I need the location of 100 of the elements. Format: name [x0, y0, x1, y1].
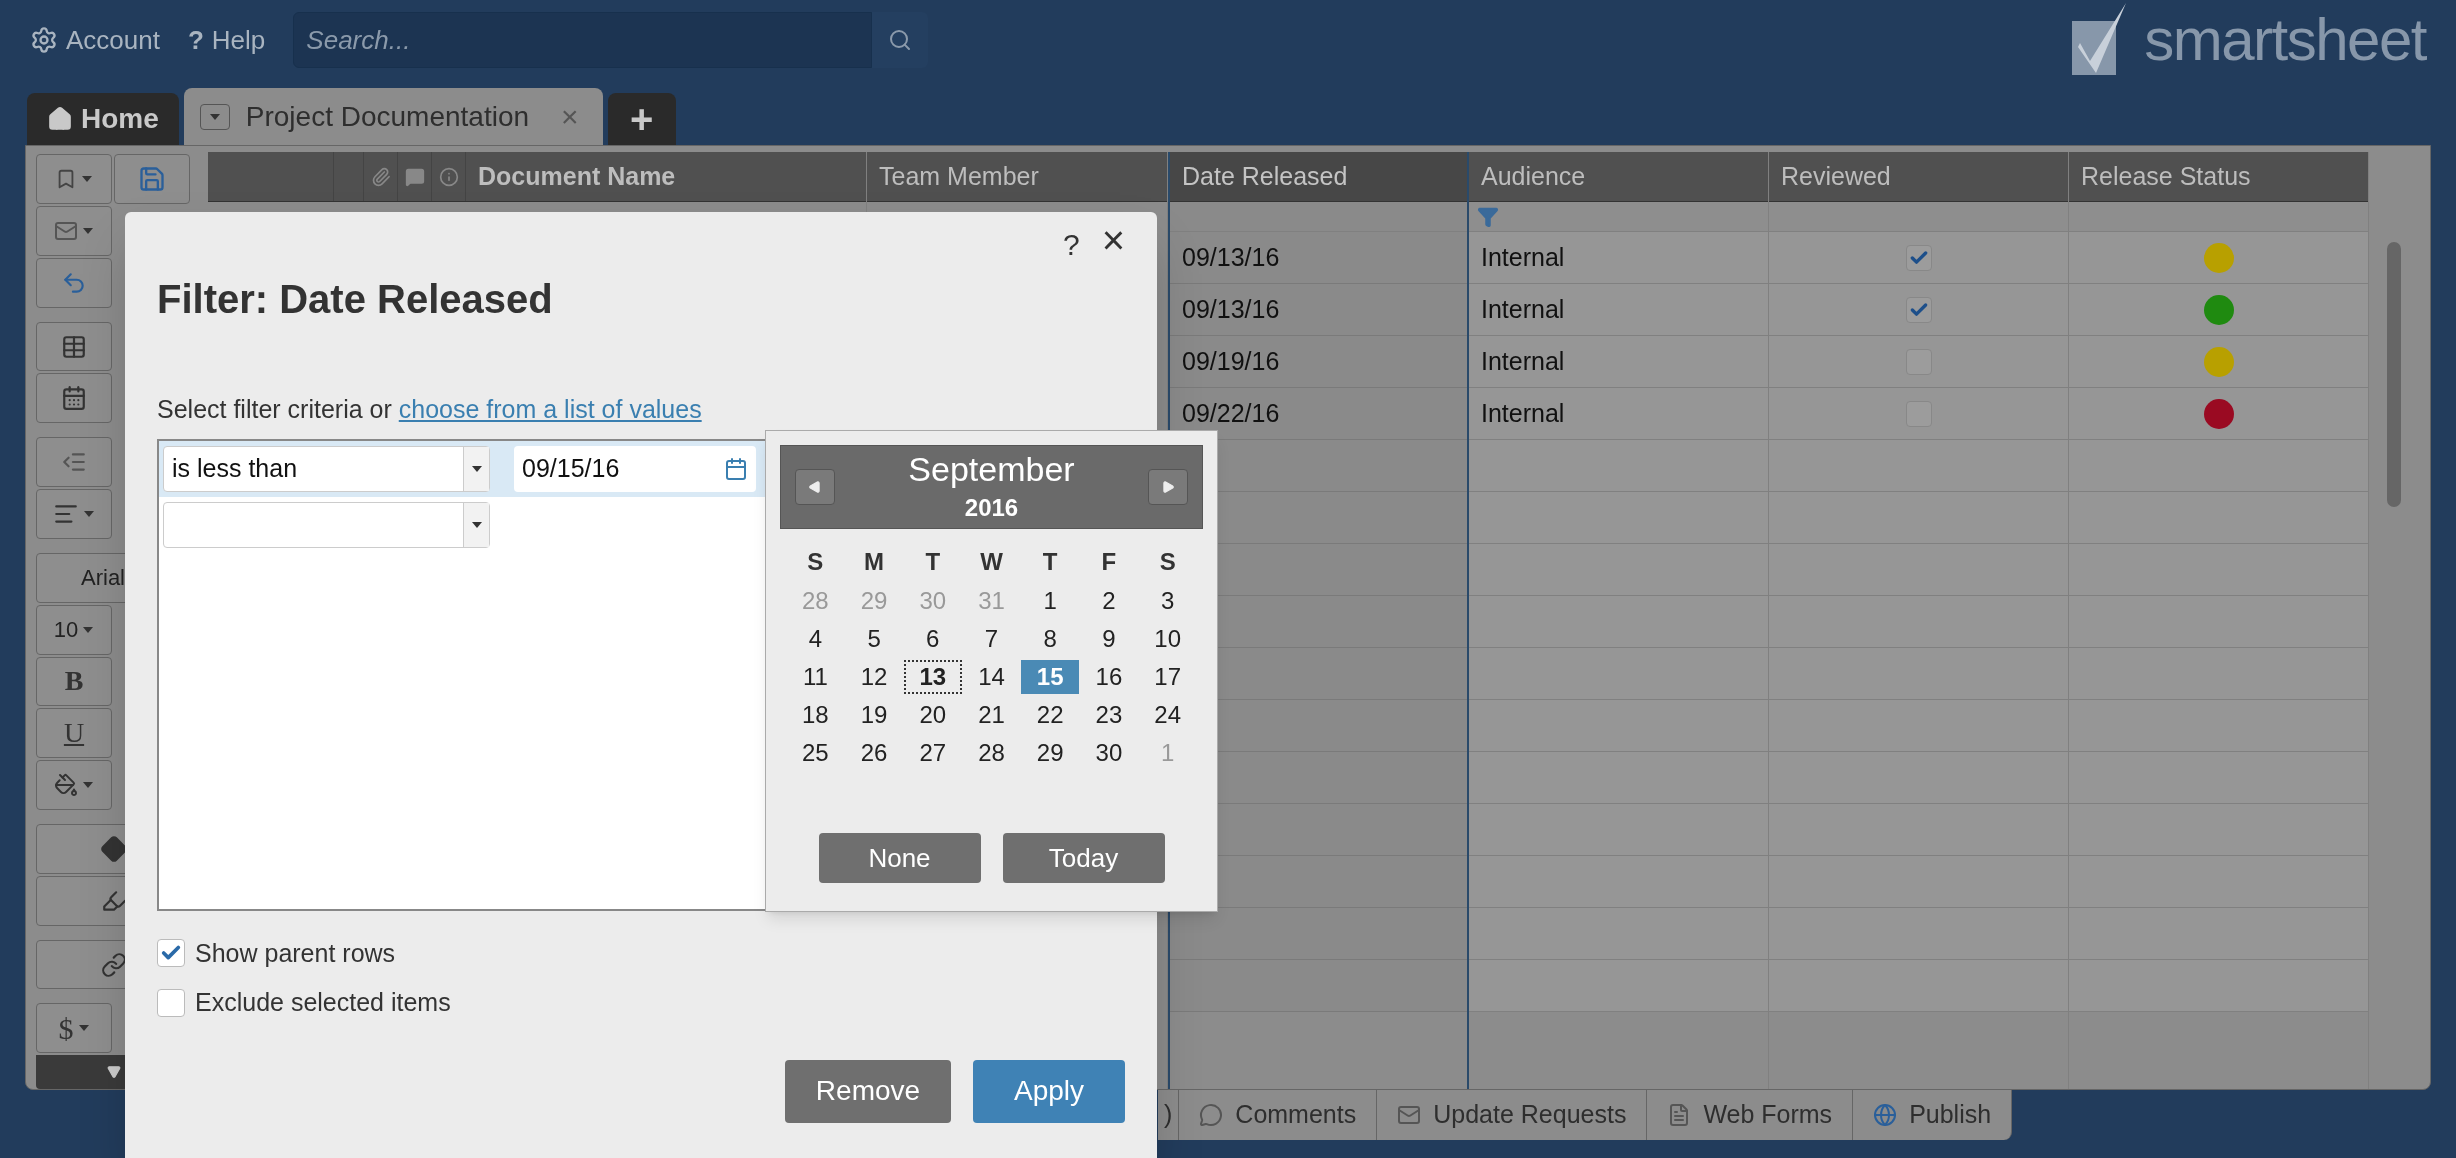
calendar-day[interactable]: 7 [971, 622, 1012, 656]
new-tab-button[interactable]: + [607, 93, 676, 145]
caret-icon [470, 464, 483, 473]
dialog-title: Filter: Date Released [157, 276, 554, 323]
calendar-day[interactable]: 22 [1030, 698, 1071, 732]
calendar-day[interactable]: 17 [1147, 660, 1188, 694]
help-button[interactable]: ? [1062, 222, 1080, 267]
calendar-day[interactable]: 1 [1030, 584, 1071, 618]
calendar-day[interactable]: 23 [1088, 698, 1129, 732]
bottom-tab[interactable]: Comments [1179, 1090, 1378, 1140]
checkbox-label: Exclude selected items [195, 987, 451, 1018]
checkbox[interactable] [1905, 244, 1932, 271]
info-icon [438, 166, 459, 187]
calendar-day[interactable]: 19 [854, 698, 895, 732]
weekday-label: W [979, 547, 1004, 577]
tab-title: Project Documentation [245, 99, 530, 134]
calendar-day[interactable]: 12 [854, 660, 895, 694]
calendar-view-button[interactable] [36, 373, 112, 424]
down-arrow-icon [107, 1065, 121, 1080]
undo-button[interactable] [36, 257, 112, 308]
diamond-icon [100, 834, 128, 863]
checkbox-label: Show parent rows [195, 937, 396, 969]
close-button[interactable]: × [1101, 222, 1125, 267]
calendar-day[interactable]: 29 [1030, 736, 1071, 770]
checkbox[interactable] [1905, 296, 1932, 323]
bold-button[interactable]: B [36, 656, 112, 707]
currency-button[interactable]: $ [36, 1003, 112, 1054]
calendar-day[interactable]: 28 [971, 736, 1012, 770]
calendar-day[interactable]: 13 [903, 660, 962, 694]
save-button[interactable] [114, 154, 190, 204]
search-button[interactable] [872, 12, 929, 68]
calendar-day[interactable]: 3 [1147, 584, 1188, 618]
underline-button[interactable]: U [36, 708, 112, 759]
bottom-tab[interactable]: Web Forms [1647, 1090, 1854, 1140]
column-header[interactable]: Document Name [466, 152, 866, 202]
calendar-day[interactable]: 24 [1147, 698, 1188, 732]
calendar-day[interactable]: 5 [854, 622, 895, 656]
caret-icon [82, 226, 94, 235]
calendar-day[interactable]: 15 [1021, 660, 1080, 694]
calendar-icon [61, 385, 87, 412]
column-header[interactable]: Release Status [2069, 152, 2368, 202]
caret-icon [83, 510, 95, 518]
operator-dropdown[interactable] [163, 501, 490, 548]
calendar-day[interactable]: 16 [1088, 660, 1129, 694]
calendar-day[interactable]: 21 [971, 698, 1012, 732]
remove-button[interactable]: Remove [785, 1059, 951, 1123]
filter-icon[interactable] [1477, 205, 1499, 228]
search-field[interactable]: Search... [293, 12, 873, 68]
save-icon [138, 165, 166, 193]
column-header[interactable]: Date Released [1170, 152, 1467, 202]
caret-icon [82, 781, 94, 790]
calendar-day[interactable]: 4 [795, 622, 836, 656]
weekday-label: T [924, 547, 942, 577]
home-tab[interactable]: Home [27, 93, 179, 145]
operator-dropdown[interactable]: is less than [163, 445, 490, 492]
calendar-day[interactable]: 2 [1088, 584, 1129, 618]
calendar-day[interactable]: 30 [1088, 736, 1129, 770]
calendar-day[interactable]: 18 [795, 698, 836, 732]
account-link[interactable]: Account [30, 20, 160, 60]
weekday-label: M [863, 547, 886, 577]
values-link[interactable]: choose from a list of values [398, 395, 702, 423]
checkbox[interactable] [157, 939, 185, 968]
grid-view-button[interactable] [36, 321, 112, 372]
table-cell: Internal [1469, 232, 1768, 284]
bottom-tab[interactable]: Update Requests [1377, 1090, 1648, 1140]
bottom-tab[interactable]: ) [1158, 1090, 1180, 1140]
sheet-tab[interactable]: Project Documentation × [183, 88, 603, 145]
calendar-day[interactable]: 26 [854, 736, 895, 770]
calendar-day[interactable]: 6 [912, 622, 953, 656]
calendar-button[interactable]: Today [1002, 833, 1165, 883]
help-link[interactable]: ? Help [187, 20, 266, 60]
outdent-button[interactable] [36, 437, 112, 488]
next-month-button[interactable] [1148, 469, 1188, 505]
calendar-day[interactable]: 20 [912, 698, 953, 732]
email-button[interactable] [36, 206, 112, 256]
align-button[interactable] [36, 489, 112, 539]
calendar-day[interactable]: 9 [1088, 622, 1129, 656]
checkbox[interactable] [157, 988, 185, 1017]
column-header[interactable]: Reviewed [1769, 152, 2068, 202]
table-cell: Internal [1469, 388, 1768, 440]
column-header[interactable]: Audience [1469, 152, 1768, 202]
bottom-tab[interactable]: Publish [1853, 1090, 2013, 1140]
apply-button[interactable]: Apply [973, 1059, 1125, 1123]
weekday-label: S [1158, 547, 1177, 577]
calendar-day[interactable]: 25 [795, 736, 836, 770]
scrollbar-thumb[interactable] [2387, 242, 2401, 507]
calendar-day[interactable]: 10 [1147, 622, 1188, 656]
calendar-day[interactable]: 8 [1030, 622, 1071, 656]
calendar-day[interactable]: 27 [912, 736, 953, 770]
column-header[interactable]: Team Member [867, 152, 1167, 202]
previous-month-button[interactable] [795, 469, 835, 505]
date-field[interactable]: 09/15/16 [514, 445, 756, 492]
fill-color-button[interactable] [36, 760, 112, 810]
calendar-button[interactable]: None [818, 833, 981, 883]
font-size-dropdown[interactable]: 10 [36, 604, 112, 655]
calendar-day[interactable]: 14 [971, 660, 1012, 694]
calendar-day[interactable]: 11 [795, 660, 836, 694]
dropdown-icon[interactable] [199, 103, 230, 130]
weekday-label: S [806, 547, 825, 577]
bookmark-button[interactable] [36, 154, 112, 204]
